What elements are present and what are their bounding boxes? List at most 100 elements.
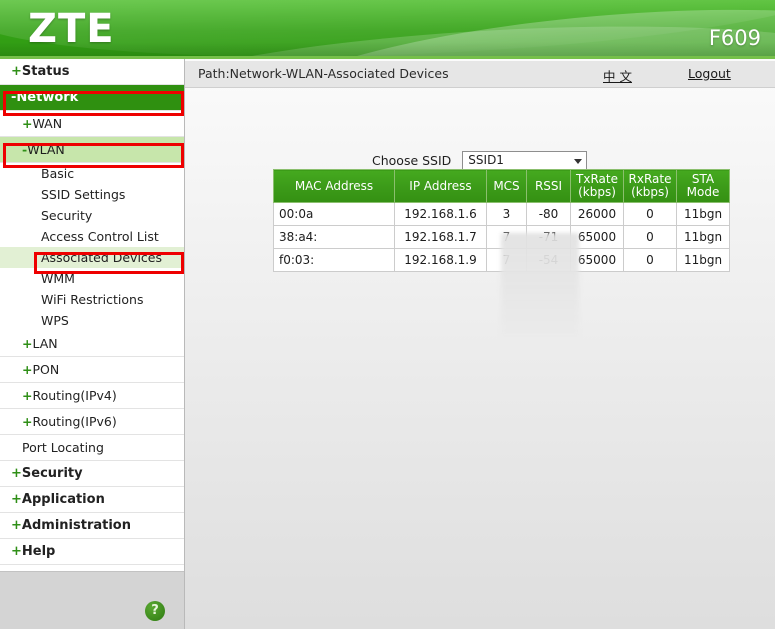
column-header-line2: (kbps) <box>631 185 669 199</box>
logout-link[interactable]: Logout <box>688 66 731 81</box>
sidebar-item-label: PON <box>32 362 60 377</box>
cell-mcs: 7 <box>486 225 527 249</box>
cell-rssi: -80 <box>526 202 571 226</box>
cell-rssi: -54 <box>526 248 571 272</box>
sidebar-item-label: WPS <box>41 313 69 328</box>
sidebar-item-label: Port Locating <box>22 440 104 455</box>
table-header-row: MAC Address IP Address MCS RSSI TxRate (kbps)… <box>273 169 730 203</box>
sidebar-item-label: LAN <box>32 336 58 351</box>
sidebar-item-ssid-settings[interactable]: SSID Settings <box>0 184 184 205</box>
ssid-select-value: SSID1 <box>468 153 504 167</box>
sidebar-item-administration[interactable]: +Administration <box>0 513 184 539</box>
sidebar-item-access-control-list[interactable]: Access Control List <box>0 226 184 247</box>
expand-icon: + <box>11 518 22 533</box>
banner-base-shade <box>0 42 775 56</box>
cell-rxrate: 0 <box>623 225 677 249</box>
sidebar-item-routing-ipv6[interactable]: +Routing(IPv6) <box>0 409 184 435</box>
table-row: 00:0a 192.168.1.6 3 -80 26000 0 11bgn <box>273 202 730 226</box>
sidebar-menu-list: +Status -Network +WAN -WLAN Basic SSID Settin… <box>0 59 184 565</box>
sidebar-item-security[interactable]: Security <box>0 205 184 226</box>
cell-mac: 38:a4: <box>273 225 395 249</box>
cell-rssi: -71 <box>526 225 571 249</box>
path-bar: Path:Network-WLAN-Associated Devices 中 文… <box>185 61 775 88</box>
sidebar-item-wifi-restrictions[interactable]: WiFi Restrictions <box>0 289 184 310</box>
column-header-line1: IP Address <box>409 178 472 193</box>
expand-icon: + <box>22 362 33 377</box>
sidebar-item-label: WLAN <box>27 142 65 157</box>
sidebar-item-network[interactable]: -Network <box>0 85 184 111</box>
column-header-mcs: MCS <box>486 169 527 203</box>
sidebar-item-label: Routing(IPv4) <box>32 388 117 403</box>
cell-ip: 192.168.1.9 <box>394 248 487 272</box>
sidebar-item-wan[interactable]: +WAN <box>0 111 184 137</box>
sidebar-item-label: Associated Devices <box>41 250 162 265</box>
sidebar-item-label: SSID Settings <box>41 187 126 202</box>
sidebar-nav: +Status -Network +WAN -WLAN Basic SSID Settin… <box>0 59 185 629</box>
zte-logo: ZTE <box>28 6 115 52</box>
cell-txrate: 65000 <box>570 248 624 272</box>
sidebar-item-label: Status <box>21 64 70 79</box>
column-header-line1: MCS <box>493 178 520 193</box>
brand-banner: ZTE F609 <box>0 0 775 56</box>
cell-mac: f0:03: <box>273 248 395 272</box>
table-body: 00:0a 192.168.1.6 3 -80 26000 0 11bgn 38:a4: 192… <box>273 202 730 272</box>
sidebar-item-port-locating[interactable]: Port Locating <box>0 435 184 461</box>
associated-devices-table: MAC Address IP Address MCS RSSI TxRate (kbps)… <box>273 169 730 272</box>
column-header-mac-address: MAC Address <box>273 169 395 203</box>
sidebar-item-label: Security <box>21 466 83 481</box>
sidebar-item-label: WMM <box>41 271 75 286</box>
sidebar-item-routing-ipv4[interactable]: +Routing(IPv4) <box>0 383 184 409</box>
expand-icon: + <box>11 544 22 559</box>
cell-rxrate: 0 <box>623 202 677 226</box>
table-header: MAC Address IP Address MCS RSSI TxRate (kbps)… <box>273 169 730 203</box>
expand-icon: + <box>11 492 22 507</box>
cell-ip: 192.168.1.7 <box>394 225 487 249</box>
device-model-label: F609 <box>708 26 761 50</box>
sidebar-item-basic[interactable]: Basic <box>0 163 184 184</box>
expand-icon: + <box>11 466 22 481</box>
cell-sta-mode: 11bgn <box>676 248 730 272</box>
column-header-rxrate: RxRate (kbps) <box>623 169 677 203</box>
sidebar-item-lan[interactable]: +LAN <box>0 331 184 357</box>
sidebar-item-label: Security <box>41 208 93 223</box>
column-header-line1: RSSI <box>534 178 563 193</box>
cell-txrate: 26000 <box>570 202 624 226</box>
sidebar-item-label: Access Control List <box>41 229 159 244</box>
sidebar-item-label: WAN <box>32 116 63 131</box>
column-header-ip-address: IP Address <box>394 169 487 203</box>
sidebar-item-associated-devices[interactable]: Associated Devices <box>0 247 184 268</box>
sidebar-item-wps[interactable]: WPS <box>0 310 184 331</box>
column-header-line2: Mode <box>686 185 720 199</box>
expand-icon: + <box>22 336 33 351</box>
ssid-select[interactable]: SSID1 <box>462 151 588 170</box>
help-icon[interactable]: ? <box>145 601 165 621</box>
sidebar-item-application[interactable]: +Application <box>0 487 184 513</box>
expand-icon: + <box>22 116 33 131</box>
sidebar-item-label: WiFi Restrictions <box>41 292 144 307</box>
cell-txrate: 65000 <box>570 225 624 249</box>
ssid-chooser-row: Choose SSID SSID1 <box>372 151 588 170</box>
sidebar-item-label: Administration <box>21 518 131 533</box>
sidebar-item-status[interactable]: +Status <box>0 59 184 85</box>
sidebar-item-label: Basic <box>41 166 75 181</box>
sidebar-item-security[interactable]: +Security <box>0 461 184 487</box>
content-area: Path:Network-WLAN-Associated Devices 中 文… <box>185 59 775 629</box>
expand-icon: + <box>11 64 22 79</box>
language-toggle-link[interactable]: 中 文 <box>603 66 632 85</box>
sidebar-item-label: Application <box>21 492 105 507</box>
breadcrumb: Path:Network-WLAN-Associated Devices <box>198 66 449 81</box>
sidebar-item-label: Help <box>21 544 56 559</box>
sidebar-item-label: Routing(IPv6) <box>32 414 117 429</box>
sidebar-item-pon[interactable]: +PON <box>0 357 184 383</box>
cell-mcs: 7 <box>486 248 527 272</box>
column-header-rssi: RSSI <box>526 169 571 203</box>
expand-icon: + <box>22 388 33 403</box>
cell-mac: 00:0a <box>273 202 395 226</box>
cell-sta-mode: 11bgn <box>676 202 730 226</box>
sidebar-item-wlan[interactable]: -WLAN <box>0 137 184 163</box>
sidebar-item-help[interactable]: +Help <box>0 539 184 565</box>
sidebar-item-wmm[interactable]: WMM <box>0 268 184 289</box>
expand-icon: + <box>22 414 33 429</box>
sidebar-footer: ? <box>0 571 184 629</box>
sidebar-item-label: Network <box>16 90 79 105</box>
